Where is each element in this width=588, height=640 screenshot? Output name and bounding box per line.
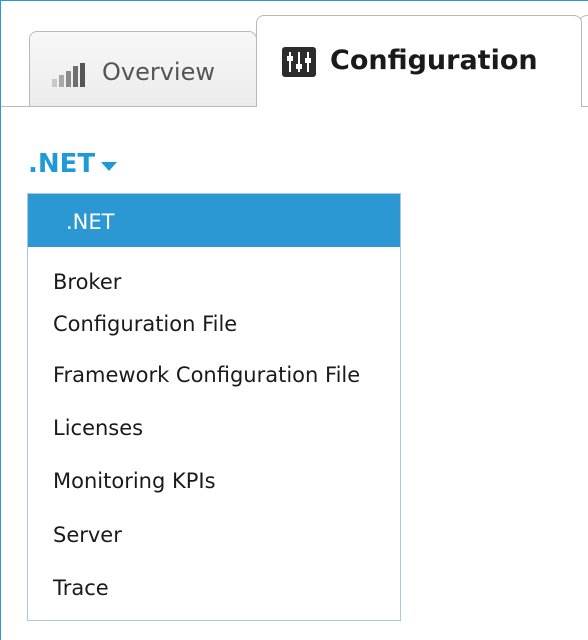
menu-item-framework-configuration-file[interactable]: Framework Configuration File [53, 363, 425, 387]
menu-item-broker[interactable]: Broker [53, 270, 425, 294]
tab-configuration-label: Configuration [330, 45, 538, 76]
menu-item-trace[interactable]: Trace [53, 576, 425, 600]
menu-item-monitoring-kpis[interactable]: Monitoring KPIs [53, 469, 425, 493]
tab-configuration[interactable]: Configuration [256, 15, 582, 107]
tab-overview[interactable]: Overview [29, 31, 257, 107]
menu-item-configuration-file[interactable]: Configuration File [53, 312, 425, 336]
dropdown-trigger[interactable]: .NET [28, 149, 118, 179]
menu-item-server[interactable]: Server [53, 523, 425, 547]
tab-overview-label: Overview [102, 57, 215, 86]
dropdown-selected-label: .NET [28, 149, 96, 179]
sliders-icon [282, 46, 316, 77]
menu-item-licenses[interactable]: Licenses [53, 416, 425, 440]
dropdown-menu: .NET Broker Configuration File Framework… [27, 193, 401, 621]
caret-down-icon [101, 162, 118, 171]
app-frame: Overview Configuration .NET .NET Broker … [0, 0, 588, 640]
bar-chart-icon [50, 61, 90, 87]
menu-item-dotnet[interactable]: .NET [28, 194, 400, 247]
